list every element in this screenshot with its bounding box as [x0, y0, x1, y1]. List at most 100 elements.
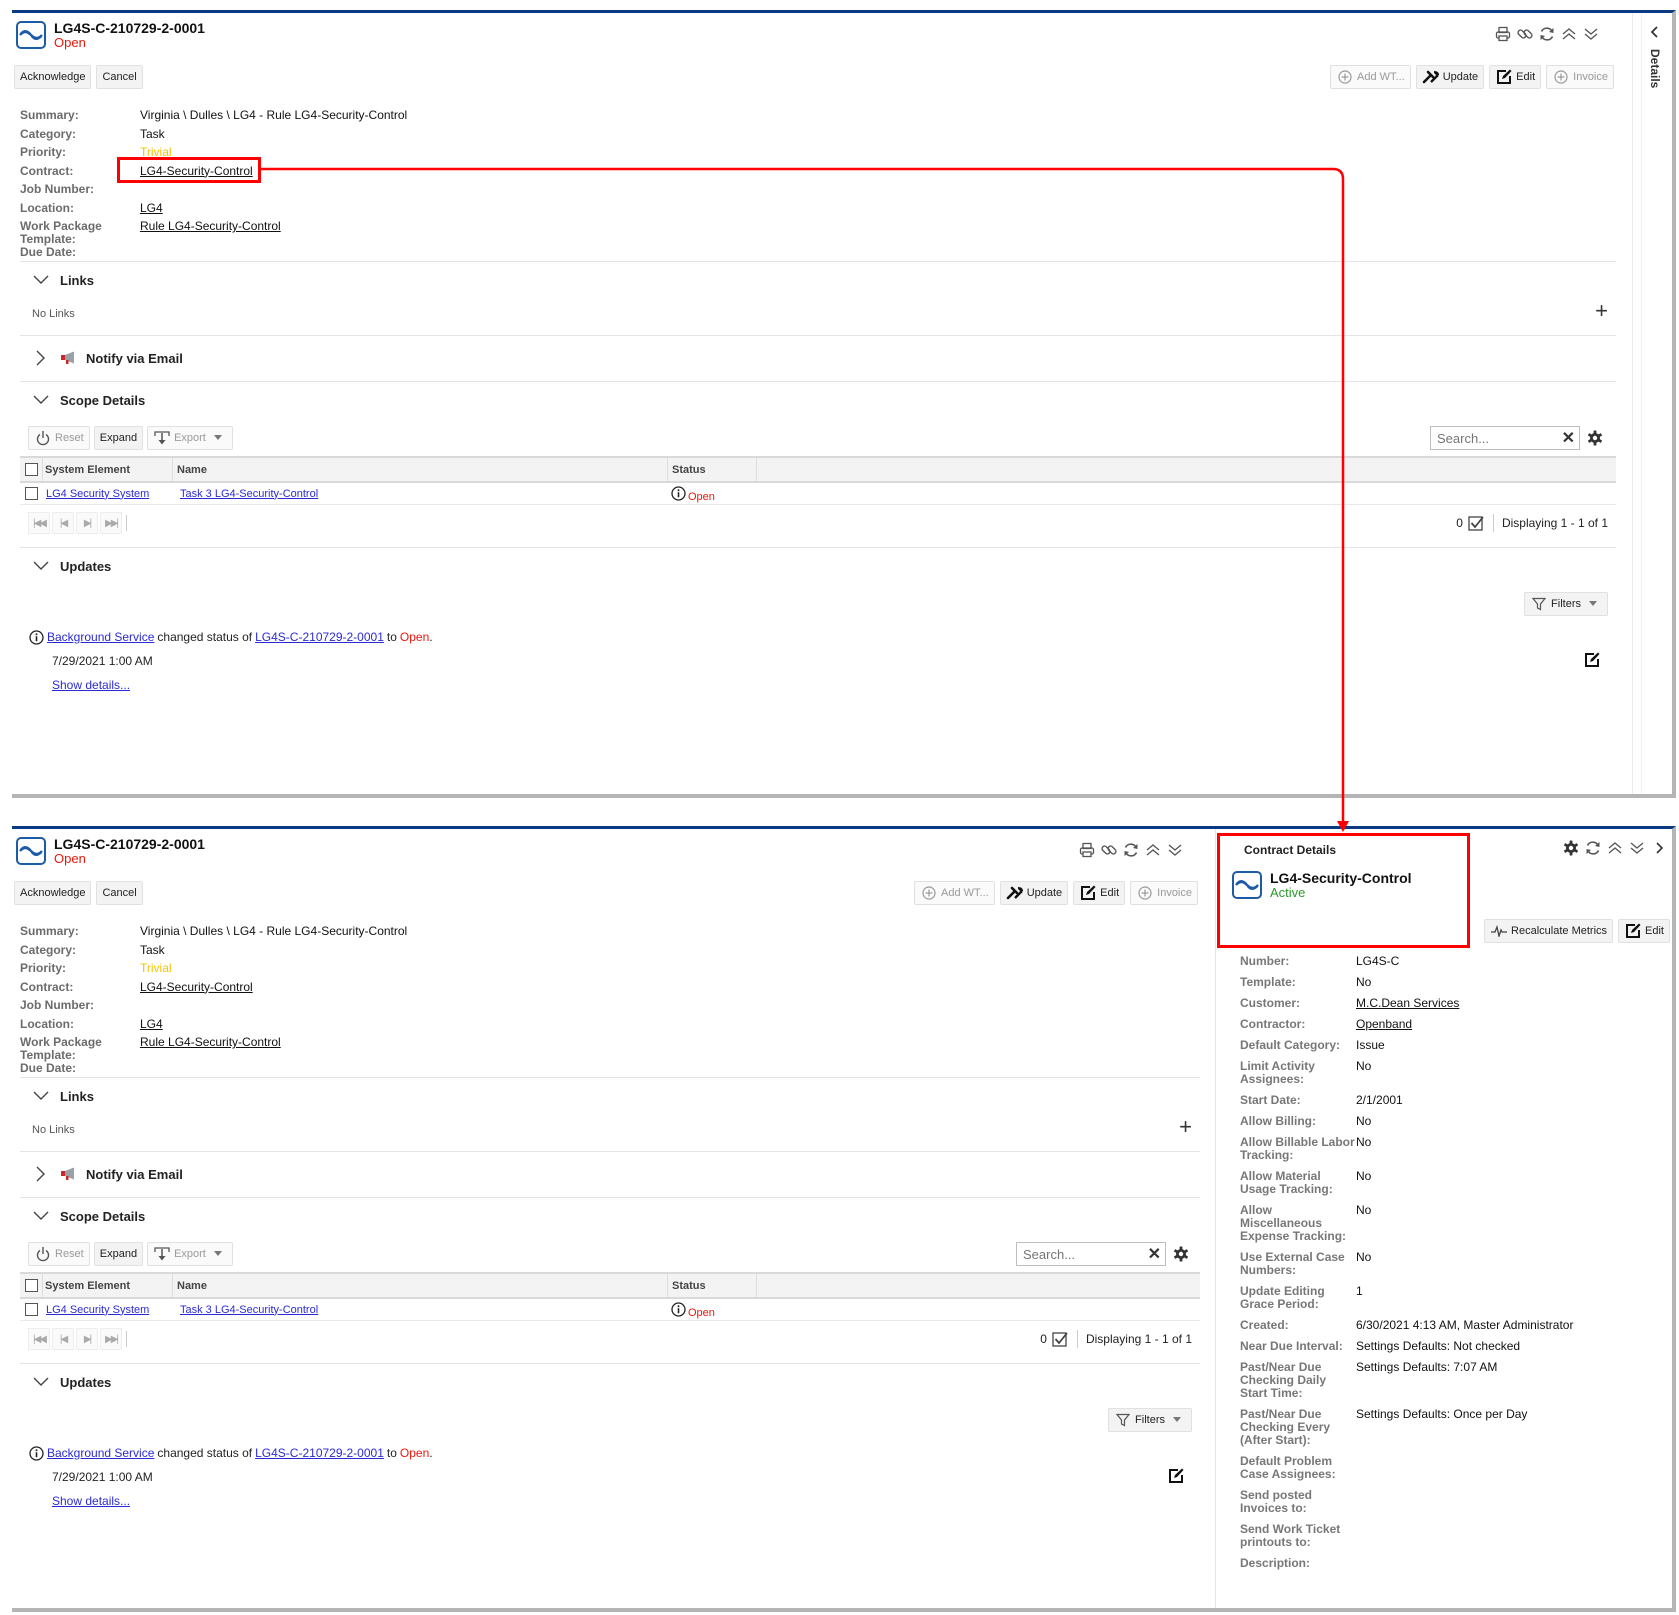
- reset-label: Reset: [55, 1248, 84, 1260]
- refresh-icon[interactable]: [1538, 25, 1556, 43]
- last-page-button[interactable]: ▶▶|: [100, 1328, 122, 1350]
- scope-section-header[interactable]: Scope Details: [20, 382, 1616, 418]
- field-value-work-package-template-link[interactable]: Rule LG4-Security-Control: [140, 220, 281, 246]
- reset-button[interactable]: Reset: [28, 1242, 90, 1266]
- contract-value-customer-link[interactable]: M.C.Dean Services: [1356, 997, 1459, 1010]
- first-page-button[interactable]: |◀◀: [28, 1328, 50, 1350]
- column-header-system-element[interactable]: System Element: [42, 1274, 172, 1297]
- cancel-button[interactable]: Cancel: [96, 881, 143, 905]
- collapse-all-icon[interactable]: [1144, 841, 1162, 859]
- links-section-header[interactable]: Links: [20, 262, 1616, 298]
- notify-section-header[interactable]: Notify via Email: [20, 1152, 1200, 1196]
- filters-dropdown[interactable]: Filters: [1108, 1408, 1192, 1432]
- update-button[interactable]: Update: [999, 881, 1069, 905]
- cancel-button[interactable]: Cancel: [96, 65, 143, 89]
- expand-all-icon[interactable]: [1166, 841, 1184, 859]
- column-header-name[interactable]: Name: [172, 1274, 667, 1297]
- refresh-icon[interactable]: [1584, 839, 1602, 857]
- collapse-all-icon[interactable]: [1560, 25, 1578, 43]
- target-case-link[interactable]: LG4S-C-210729-2-0001: [255, 1446, 384, 1460]
- expand-all-icon[interactable]: [1628, 839, 1646, 857]
- reset-button[interactable]: Reset: [28, 426, 90, 450]
- actor-link[interactable]: Background Service: [47, 1446, 154, 1460]
- invoice-button[interactable]: Invoice: [1130, 881, 1198, 905]
- field-label-job-number: Job Number:: [20, 998, 95, 1012]
- refresh-icon[interactable]: [1122, 841, 1140, 859]
- first-page-button[interactable]: |◀◀: [28, 512, 50, 534]
- acknowledge-button[interactable]: Acknowledge: [14, 881, 92, 905]
- megaphone-icon: [60, 1165, 78, 1183]
- contract-edit-button[interactable]: Edit: [1618, 919, 1670, 943]
- column-header-name[interactable]: Name: [172, 458, 667, 481]
- column-header-system-element[interactable]: System Element: [42, 458, 172, 481]
- contract-value-contractor-link[interactable]: Openband: [1356, 1018, 1412, 1031]
- details-tab[interactable]: Details: [1646, 23, 1664, 88]
- field-value-location-link[interactable]: LG4: [140, 201, 163, 221]
- field-label-summary: Summary:: [20, 924, 79, 938]
- gear-icon[interactable]: [1172, 1245, 1190, 1263]
- add-work-ticket-button[interactable]: Add WT...: [1330, 65, 1411, 89]
- edit-button[interactable]: Edit: [1489, 65, 1542, 89]
- edit-button[interactable]: Edit: [1073, 881, 1126, 905]
- collapse-all-icon[interactable]: [1606, 839, 1624, 857]
- acknowledge-button[interactable]: Acknowledge: [14, 65, 92, 89]
- add-link-plus-icon[interactable]: +: [1179, 1116, 1192, 1138]
- expand-button[interactable]: Expand: [93, 426, 144, 450]
- update-button[interactable]: Update: [1415, 65, 1485, 89]
- system-element-link[interactable]: LG4 Security System: [46, 488, 149, 500]
- field-value-contract-link[interactable]: LG4-Security-Control: [140, 980, 253, 1000]
- links-section-header[interactable]: Links: [20, 1078, 1200, 1114]
- checkbox-checked-icon[interactable]: [1467, 514, 1485, 532]
- updates-section-header[interactable]: Updates: [20, 548, 1616, 584]
- chevron-left-icon[interactable]: [1646, 23, 1664, 41]
- add-work-ticket-button[interactable]: Add WT...: [914, 881, 995, 905]
- task-name-link[interactable]: Task 3 LG4-Security-Control: [180, 488, 318, 500]
- select-all-checkbox[interactable]: [24, 1279, 38, 1292]
- filters-dropdown[interactable]: Filters: [1524, 592, 1608, 616]
- expand-button[interactable]: Expand: [93, 1242, 144, 1266]
- add-update-edit-icon[interactable]: [1584, 652, 1600, 671]
- column-header-status[interactable]: Status: [667, 458, 757, 481]
- expand-all-icon[interactable]: [1582, 25, 1600, 43]
- show-details-link[interactable]: Show details...: [52, 1494, 130, 1508]
- actor-link[interactable]: Background Service: [47, 630, 154, 644]
- checkbox-checked-icon[interactable]: [1051, 1330, 1069, 1348]
- print-icon[interactable]: [1494, 25, 1512, 43]
- export-dropdown[interactable]: Export: [147, 426, 233, 450]
- field-value-work-package-template-link[interactable]: Rule LG4-Security-Control: [140, 1036, 281, 1062]
- updates-section-header[interactable]: Updates: [20, 1364, 1200, 1400]
- recalculate-metrics-button[interactable]: Recalculate Metrics: [1484, 919, 1614, 943]
- task-name-link[interactable]: Task 3 LG4-Security-Control: [180, 1304, 318, 1316]
- target-case-link[interactable]: LG4S-C-210729-2-0001: [255, 630, 384, 644]
- scope-search-input[interactable]: [1021, 1245, 1148, 1263]
- row-checkbox[interactable]: [24, 487, 38, 500]
- notify-section-header[interactable]: Notify via Email: [20, 336, 1616, 380]
- gear-icon[interactable]: [1586, 429, 1604, 447]
- prev-page-button[interactable]: |◀: [52, 1328, 74, 1350]
- show-details-link[interactable]: Show details...: [52, 678, 130, 692]
- select-all-checkbox[interactable]: [24, 463, 38, 476]
- add-update-edit-icon[interactable]: [1168, 1468, 1184, 1487]
- scope-section-header[interactable]: Scope Details: [20, 1198, 1200, 1234]
- next-page-button[interactable]: ▶|: [76, 1328, 98, 1350]
- prev-page-button[interactable]: |◀: [52, 512, 74, 534]
- clear-search-icon[interactable]: ✕: [1148, 1244, 1161, 1264]
- export-dropdown[interactable]: Export: [147, 1242, 233, 1266]
- clear-search-icon[interactable]: ✕: [1562, 428, 1575, 448]
- field-value-contract-link[interactable]: LG4-Security-Control: [140, 164, 253, 184]
- link-icon[interactable]: [1100, 841, 1118, 859]
- next-page-button[interactable]: ▶|: [76, 512, 98, 534]
- gear-icon[interactable]: [1562, 839, 1580, 857]
- link-icon[interactable]: [1516, 25, 1534, 43]
- row-checkbox[interactable]: [24, 1303, 38, 1316]
- field-value-location-link[interactable]: LG4: [140, 1017, 163, 1037]
- invoice-button[interactable]: Invoice: [1546, 65, 1614, 89]
- system-element-link[interactable]: LG4 Security System: [46, 1304, 149, 1316]
- column-header-status[interactable]: Status: [667, 1274, 757, 1297]
- add-link-plus-icon[interactable]: +: [1595, 300, 1608, 322]
- last-page-button[interactable]: ▶▶|: [100, 512, 122, 534]
- print-icon[interactable]: [1078, 841, 1096, 859]
- chevron-right-icon[interactable]: [1650, 839, 1668, 857]
- scope-search-input[interactable]: [1435, 429, 1562, 447]
- case-header: LG4S-C-210729-2-0001 Open: [16, 837, 205, 866]
